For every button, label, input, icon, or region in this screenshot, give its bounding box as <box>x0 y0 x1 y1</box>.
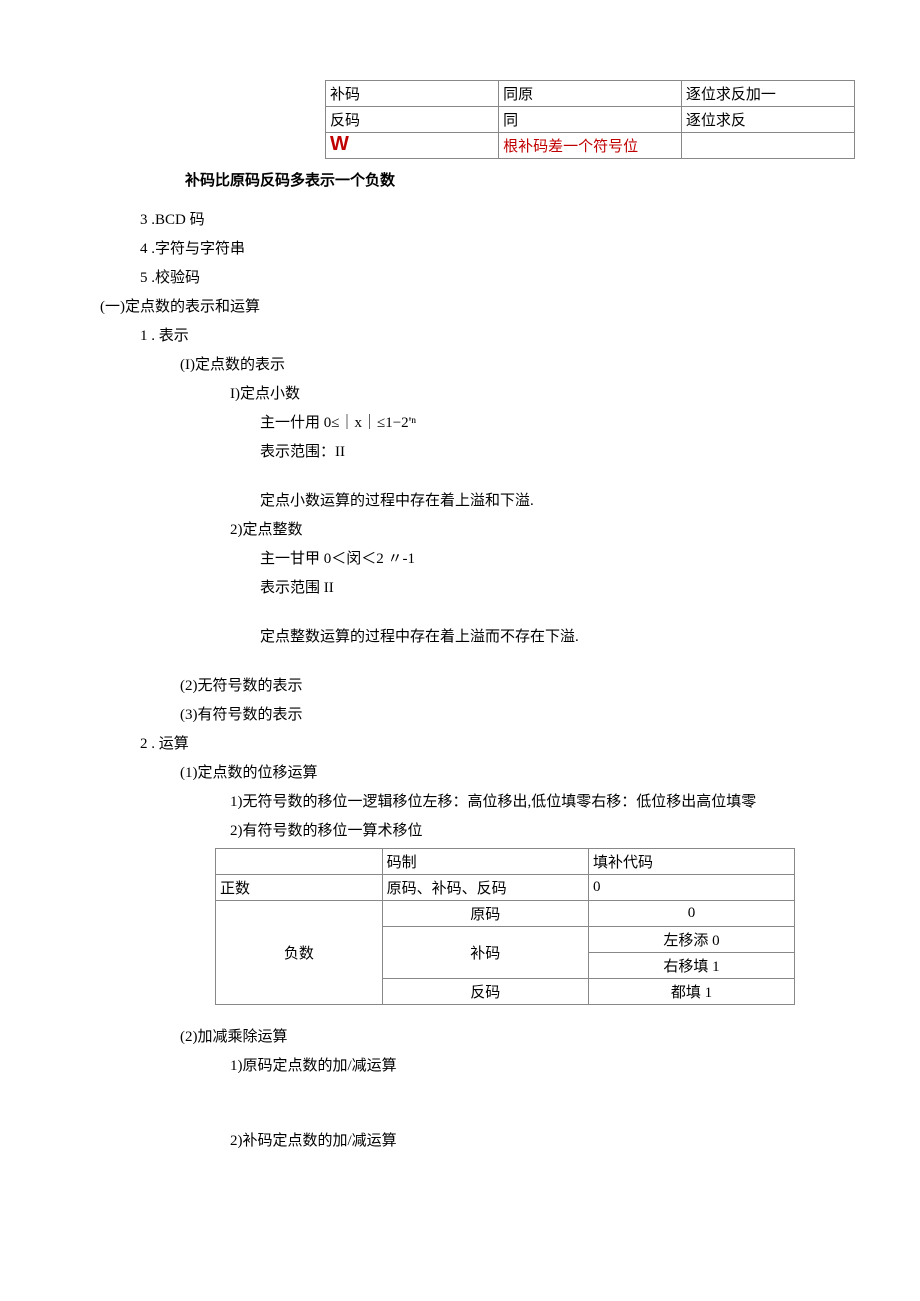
list-item: 2)定点整数 <box>230 518 830 539</box>
table-row: W 根补码差一个符号位 <box>326 133 855 159</box>
body-text: 定点整数运算的过程中存在着上溢而不存在下溢. <box>260 625 830 646</box>
cell: 同 <box>499 107 682 133</box>
cell: 原码、补码、反码 <box>382 875 588 901</box>
cell: 反码 <box>382 979 588 1005</box>
table-row: 补码 同原 逐位求反加一 <box>326 81 855 107</box>
body-text: 表示范围 II <box>260 576 830 597</box>
code-table: 补码 同原 逐位求反加一 反码 同 逐位求反 W 根补码差一个符号位 <box>325 80 855 159</box>
body-text: 表示范围：II <box>260 440 830 461</box>
shift-table: 码制 填补代码 正数 原码、补码、反码 0 负数 原码 0 补码 左移添 0 右… <box>215 848 795 1005</box>
list-item: (2)无符号数的表示 <box>180 674 830 695</box>
cell: 0 <box>588 875 794 901</box>
list-item: (2)加减乘除运算 <box>180 1025 830 1046</box>
list-item: 3 .BCD 码 <box>140 208 830 229</box>
cell <box>681 133 854 159</box>
list-item: (I)定点数的表示 <box>180 353 830 374</box>
cell: 原码 <box>382 901 588 927</box>
cell: 左移添 0 <box>588 927 794 953</box>
list-item: 1 . 表示 <box>140 324 830 345</box>
list-item: 5 .校验码 <box>140 266 830 287</box>
body-text: 主一甘甲 0＜闵＜2 〃-1 <box>260 547 830 568</box>
cell: 正数 <box>216 875 383 901</box>
cell: W <box>326 133 499 159</box>
cell: 补码 <box>326 81 499 107</box>
cell: 都填 1 <box>588 979 794 1005</box>
table-row: 反码 同 逐位求反 <box>326 107 855 133</box>
list-item: 2 . 运算 <box>140 732 830 753</box>
w-icon: W <box>330 136 346 152</box>
cell: 码制 <box>382 849 588 875</box>
cell: 负数 <box>216 901 383 1005</box>
list-item: (3)有符号数的表示 <box>180 703 830 724</box>
list-item: I)定点小数 <box>230 382 830 403</box>
cell: 逐位求反 <box>681 107 854 133</box>
section-heading: (一)定点数的表示和运算 <box>100 295 830 316</box>
table-row: 码制 填补代码 <box>216 849 795 875</box>
body-text: 1)原码定点数的加/减运算 <box>230 1054 830 1075</box>
body-text: 2)有符号数的移位一算术移位 <box>230 819 830 840</box>
body-text: 2)补码定点数的加/减运算 <box>230 1129 830 1150</box>
cell <box>216 849 383 875</box>
body-text: 定点小数运算的过程中存在着上溢和下溢. <box>260 489 830 510</box>
body-text: 主一什用 0≤｜x｜≤1−2'ⁿ <box>260 411 830 432</box>
bold-note: 补码比原码反码多表示一个负数 <box>185 169 830 190</box>
cell: 填补代码 <box>588 849 794 875</box>
list-item: 4 .字符与字符串 <box>140 237 830 258</box>
cell: 反码 <box>326 107 499 133</box>
list-item: (1)定点数的位移运算 <box>180 761 830 782</box>
table-row: 负数 原码 0 <box>216 901 795 927</box>
cell: 0 <box>588 901 794 927</box>
cell: 同原 <box>499 81 682 107</box>
cell: 右移填 1 <box>588 953 794 979</box>
cell: 逐位求反加一 <box>681 81 854 107</box>
body-text: 1)无符号数的移位一逻辑移位左移：高位移出,低位填零右移：低位移出高位填零 <box>230 790 830 811</box>
cell: 根补码差一个符号位 <box>499 133 682 159</box>
table-row: 正数 原码、补码、反码 0 <box>216 875 795 901</box>
cell: 补码 <box>382 927 588 979</box>
